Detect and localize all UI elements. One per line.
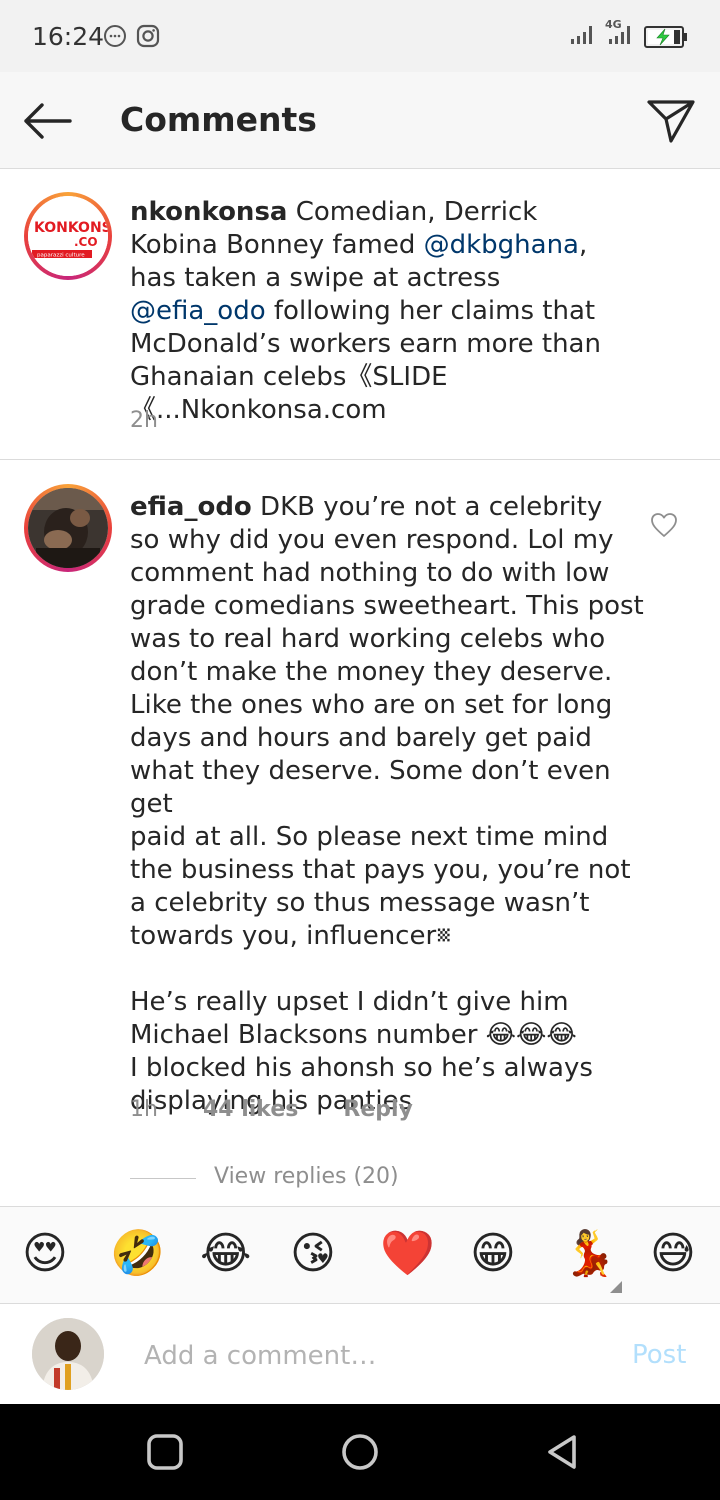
heart-outline-icon [651, 513, 677, 537]
square-icon [147, 1434, 183, 1470]
emoji-tears-of-joy[interactable]: 😂 [200, 1229, 251, 1279]
comment-line: towards you, influencer␧ [130, 921, 452, 951]
comment-line: I blocked his ahonsh so he’s always [130, 1053, 593, 1083]
share-button[interactable] [645, 96, 697, 146]
view-replies-label: View replies (20) [214, 1164, 399, 1189]
like-button[interactable] [650, 512, 678, 538]
caption-text: nkonkonsa Comedian, Derrick Kobina Bonne… [130, 196, 610, 427]
emoji-quick-bar: 😍 🤣 😂 😘 ❤️ 😁 💃 😅 [0, 1206, 720, 1304]
comment-text: efia_odo DKB you’re not a celebrity so w… [130, 491, 650, 1118]
emoji-heart-eyes[interactable]: 😍 [22, 1229, 68, 1279]
divider-line [130, 1178, 196, 1179]
page-title: Comments [120, 100, 317, 139]
comment-line: Michael Blacksons number 😂😂😂 [130, 1020, 577, 1050]
comment-line: grade comedians sweetheart. This post [130, 591, 644, 621]
comment-line: so why did you even respond. Lol my [130, 525, 614, 555]
network-type-label: 4G [605, 18, 622, 31]
comment-line [130, 953, 650, 986]
comment-line: DKB you’re not a celebrity [251, 492, 603, 522]
comment-meta: 1h 44 likes Reply [130, 1097, 451, 1122]
user-photo-icon [32, 1318, 104, 1390]
status-bar: 16:24 4G [0, 0, 720, 72]
user-photo-icon [28, 488, 108, 568]
arrow-left-icon [24, 103, 72, 139]
emoji-dancer[interactable]: 💃 [562, 1229, 617, 1279]
comment-line: comment had nothing to do with low [130, 558, 610, 588]
mention-link[interactable]: @efia_odo [130, 296, 266, 326]
emoji-sweat-smile[interactable]: 😅 [650, 1229, 696, 1279]
comment-line: what they deserve. Some don’t even get [130, 756, 611, 819]
caption-comment: KONKONS .CO paparazzi culture nkonkonsa … [0, 170, 720, 460]
konkonsa-logo-icon: KONKONS .CO paparazzi culture [28, 196, 108, 276]
comment-line: He’s really upset I didn’t give him [130, 987, 569, 1017]
post-button[interactable]: Post [632, 1340, 686, 1370]
triangle-back-icon [548, 1435, 576, 1469]
likes-count[interactable]: 44 likes [203, 1097, 298, 1122]
recent-apps-button[interactable] [145, 1432, 185, 1472]
comments-header: Comments [0, 72, 720, 169]
comment-line: the business that pays you, you’re not [130, 855, 631, 885]
svg-text:paparazzi culture: paparazzi culture [37, 253, 85, 259]
signal-icon [570, 24, 596, 51]
emoji-red-heart[interactable]: ❤️ [380, 1229, 435, 1279]
comment-line: Like the ones who are on set for long [130, 690, 613, 720]
add-comment-input[interactable] [144, 1338, 604, 1374]
comment-line: don’t make the money they deserve. [130, 657, 613, 687]
comment-timestamp: 1h [130, 1097, 158, 1122]
svg-text:KONKONS: KONKONS [34, 220, 108, 236]
more-emoji-indicator[interactable] [610, 1281, 622, 1293]
caption-username[interactable]: nkonkonsa [130, 197, 287, 227]
svg-text:.CO: .CO [74, 235, 98, 249]
status-time: 16:24 [32, 22, 105, 51]
comment-line: was to real hard working celebs who [130, 624, 606, 654]
chat-bubble-icon [103, 24, 127, 53]
reply-button[interactable]: Reply [343, 1097, 413, 1122]
comment-composer: Post [0, 1304, 720, 1404]
emoji-rofl[interactable]: 🤣 [110, 1229, 165, 1279]
back-button[interactable] [18, 96, 76, 146]
back-nav-button[interactable] [542, 1432, 582, 1472]
emoji-grin[interactable]: 😁 [470, 1229, 516, 1279]
caption-avatar[interactable]: KONKONS .CO paparazzi culture [24, 192, 112, 280]
emoji-kiss[interactable]: 😘 [290, 1229, 336, 1279]
mention-link[interactable]: @dkbghana [424, 230, 579, 260]
comment-avatar[interactable] [24, 484, 112, 572]
battery-charging-icon [644, 26, 688, 53]
home-button[interactable] [340, 1432, 380, 1472]
caption-meta: 2h [130, 408, 196, 433]
paper-plane-icon [647, 100, 695, 143]
circle-icon [342, 1434, 378, 1470]
comment-line: days and hours and barely get paid [130, 723, 592, 753]
instagram-icon [136, 24, 160, 53]
comment-username[interactable]: efia_odo [130, 492, 252, 522]
system-nav-bar [0, 1404, 720, 1500]
caption-timestamp: 2h [130, 408, 158, 433]
comment-line: a celebrity so thus message wasn’t [130, 888, 590, 918]
comment-line: paid at all. So please next time mind [130, 822, 609, 852]
current-user-avatar [32, 1318, 104, 1390]
